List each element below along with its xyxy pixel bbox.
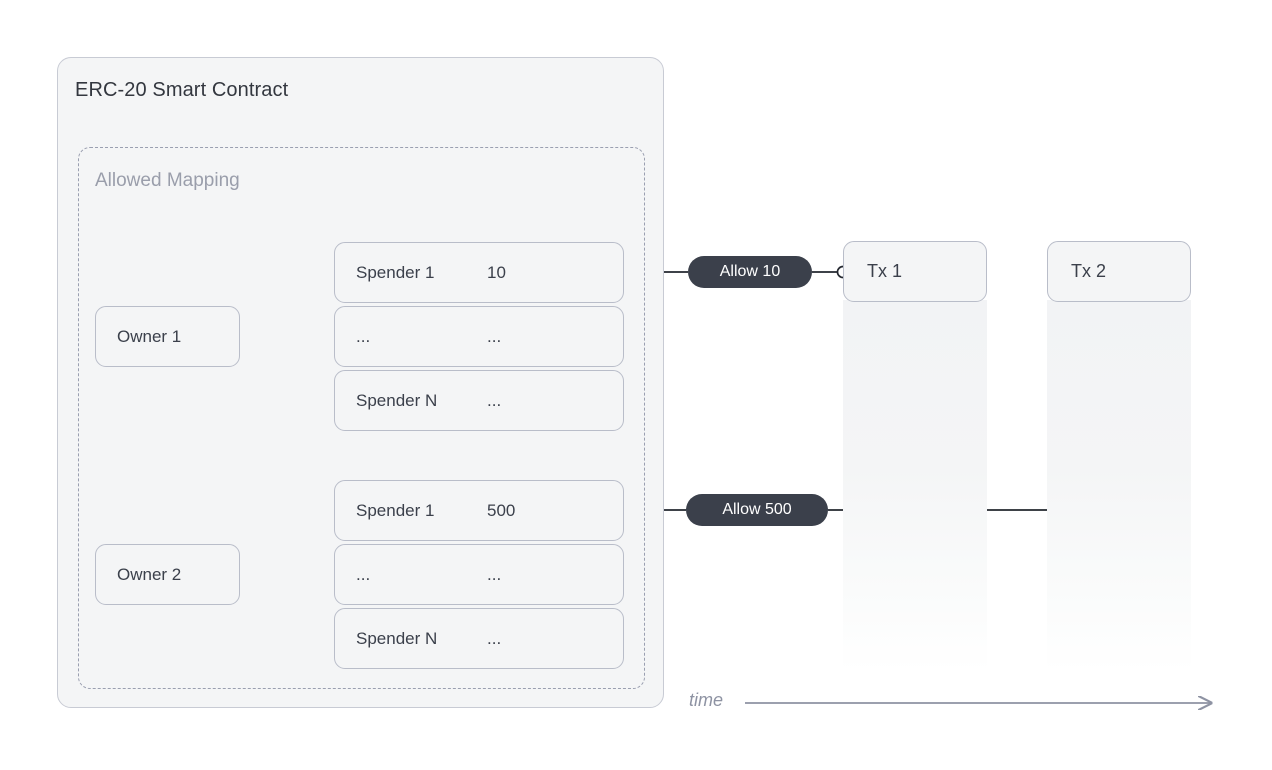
spender-key: ... — [356, 564, 371, 584]
table-row[interactable]: Spender 1 10 — [334, 242, 624, 303]
allow-10-badge[interactable]: Allow 10 — [688, 256, 812, 288]
owner-2-node[interactable]: Owner 2 — [95, 544, 240, 605]
tx-1-node[interactable]: Tx 1 — [843, 241, 987, 302]
spender-key: Spender N — [356, 628, 438, 648]
allowance-value: ... — [487, 564, 502, 584]
allowed-mapping-label: Allowed Mapping — [95, 170, 240, 191]
tx-2-label: Tx 2 — [1071, 261, 1107, 281]
table-row[interactable]: Spender 1 500 — [334, 480, 624, 541]
tx-1-label: Tx 1 — [867, 261, 903, 281]
allow-500-label: Allow 500 — [722, 501, 792, 518]
allowance-value: ... — [487, 628, 502, 648]
spender-key: Spender 1 — [356, 500, 435, 520]
allowance-value: 500 — [487, 500, 516, 520]
allowance-value: ... — [487, 326, 502, 346]
table-row[interactable]: ... ... — [334, 306, 624, 367]
owner-2-label: Owner 2 — [117, 564, 182, 584]
tx-2-node[interactable]: Tx 2 — [1047, 241, 1191, 302]
tx-2-timeline-band — [1047, 300, 1191, 672]
table-row[interactable]: Spender N ... — [334, 608, 624, 669]
time-axis-label: time — [689, 690, 724, 710]
page-title: ERC-20 Smart Contract — [75, 79, 289, 101]
allowance-value: 10 — [487, 262, 506, 282]
owner-1-node[interactable]: Owner 1 — [95, 306, 240, 367]
table-row[interactable]: ... ... — [334, 544, 624, 605]
allow-10-label: Allow 10 — [719, 263, 781, 280]
allow-500-badge[interactable]: Allow 500 — [686, 494, 828, 526]
spender-key: Spender N — [356, 390, 438, 410]
tx-1-timeline-band — [843, 300, 987, 672]
table-row[interactable]: Spender N ... — [334, 370, 624, 431]
spender-key: ... — [356, 326, 371, 346]
allowance-value: ... — [487, 390, 502, 410]
owner-1-label: Owner 1 — [117, 326, 182, 346]
spender-key: Spender 1 — [356, 262, 435, 282]
